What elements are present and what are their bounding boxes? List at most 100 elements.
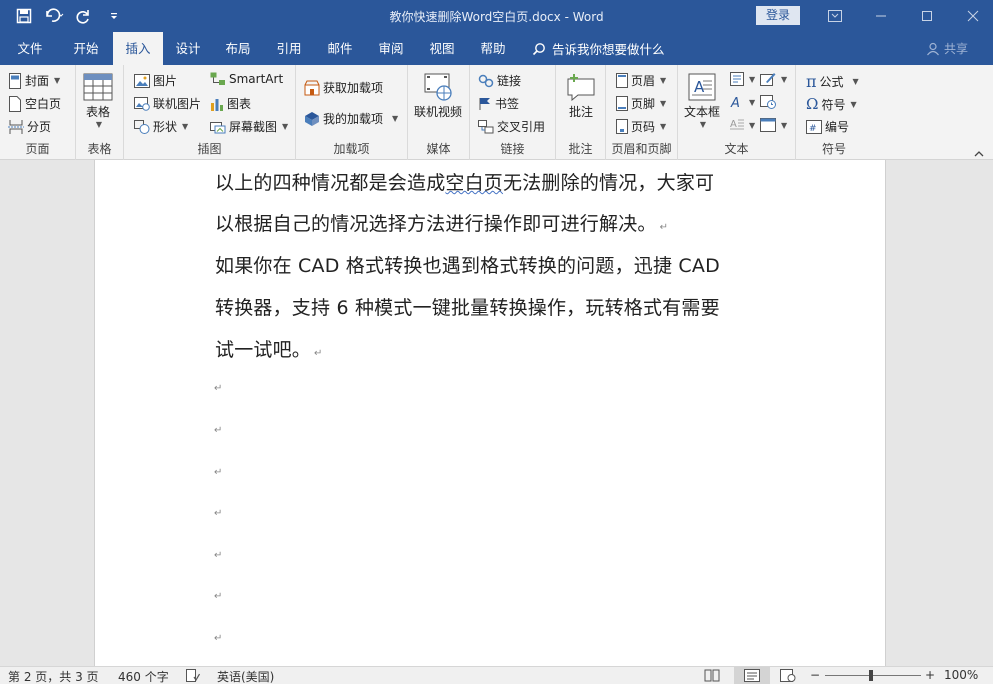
comment-button[interactable]: 批注 (566, 73, 596, 120)
bookmark-button[interactable]: 书签 (478, 95, 519, 112)
screenshot-icon (210, 121, 226, 133)
bookmark-icon (479, 97, 490, 110)
numbering-icon: # (806, 119, 822, 134)
smartart-icon (210, 72, 225, 85)
numbering-button[interactable]: # 编号 (806, 118, 849, 135)
picture-icon (134, 73, 150, 88)
textbox-button[interactable]: A 文本框 ▼ (684, 73, 720, 129)
proofing-icon[interactable] (186, 669, 201, 684)
zoom-in-button[interactable]: + (925, 668, 935, 682)
zoom-slider[interactable] (825, 675, 921, 676)
zoom-level[interactable]: 100% (944, 668, 978, 682)
group-label-addins: 加载项 (333, 142, 370, 156)
quick-parts-button[interactable]: ▼ (730, 72, 755, 86)
zoom-slider-thumb[interactable] (869, 670, 873, 681)
text-line-2: 以根据自己的情况选择方法进行操作即可进行解决。 ↵ (215, 213, 669, 235)
cover-page-button[interactable]: 封面 ▼ (8, 72, 60, 89)
drop-cap-button[interactable]: A ▼ (730, 118, 755, 132)
get-addins-button[interactable]: 获取加载项 (304, 79, 383, 96)
tab-mailings[interactable]: 邮件 (317, 32, 363, 65)
tab-insert[interactable]: 插入 (113, 32, 163, 65)
header-button[interactable]: 页眉 ▼ (616, 72, 666, 89)
header-icon (616, 73, 628, 88)
online-video-button[interactable]: 联机视频 (414, 73, 462, 120)
omega-icon: Ω (806, 95, 819, 113)
online-pictures-button[interactable]: 联机图片 (134, 95, 201, 112)
date-time-button[interactable] (760, 95, 776, 109)
language-indicator[interactable]: 英语(美国) (217, 668, 274, 684)
textbox-icon: A (688, 73, 716, 101)
text-line-5: 试一试吧。 ↵ (215, 339, 323, 361)
symbol-button[interactable]: Ω 符号 ▼ (806, 95, 857, 113)
tab-home[interactable]: 开始 (60, 32, 112, 65)
page-number-button[interactable]: 页码 ▼ (616, 118, 666, 135)
shapes-icon (134, 119, 150, 134)
tab-view[interactable]: 视图 (419, 32, 465, 65)
text-line-4: 转换器，支持 6 种模式一键批量转换操作，玩转格式有需要 (215, 297, 720, 319)
quick-parts-icon (730, 72, 744, 86)
tab-layout[interactable]: 布局 (215, 32, 261, 65)
group-pages: 封面 ▼ 空白页 分页 页面 (0, 65, 76, 160)
wordart-button[interactable]: A ▼ (730, 95, 755, 109)
account-area[interactable]: 共享 (926, 32, 968, 65)
link-button[interactable]: 链接 (478, 72, 521, 89)
group-label-header-footer: 页眉和页脚 (611, 142, 672, 156)
group-addins: 获取加载项 我的加载项 ▼ 加载项 (296, 65, 408, 160)
group-text: A 文本框 ▼ ▼ A ▼ A ▼ ▼ ▼ 文本 (678, 65, 796, 160)
blank-page-button[interactable]: 空白页 (8, 95, 61, 112)
signature-line-button[interactable]: ▼ (760, 72, 787, 86)
blank-page-icon (9, 95, 21, 112)
pictures-button[interactable]: 图片 (134, 72, 177, 89)
search-icon (532, 42, 545, 55)
group-comments: 批注 批注 (556, 65, 606, 160)
footer-button[interactable]: 页脚 ▼ (616, 95, 666, 112)
login-button[interactable]: 登录 (756, 6, 800, 25)
read-mode-icon[interactable] (704, 669, 720, 684)
tell-me-search[interactable]: 告诉我你想要做什么 (532, 32, 665, 65)
page-break-icon (8, 119, 24, 134)
table-icon (83, 73, 113, 101)
cross-reference-icon (478, 119, 494, 133)
footer-icon (616, 96, 628, 111)
web-layout-icon[interactable] (780, 669, 796, 684)
tab-help[interactable]: 帮助 (470, 32, 516, 65)
spellcheck-underline: 空白页 (445, 172, 504, 194)
word-count[interactable]: 460 个字 (118, 668, 169, 684)
document-page[interactable]: 以上的四种情况都是会造成空白页无法删除的情况，大家可 以根据自己的情况选择方法进… (94, 160, 886, 666)
zoom-out-button[interactable]: − (810, 668, 820, 682)
screenshot-button[interactable]: 屏幕截图 ▼ (210, 118, 288, 135)
table-button[interactable]: 表格 ▼ (83, 73, 113, 129)
tab-references[interactable]: 引用 (266, 32, 312, 65)
close-icon[interactable] (950, 0, 993, 32)
ribbon-display-options-icon[interactable] (812, 0, 858, 32)
group-label-media: 媒体 (426, 142, 451, 156)
page-number-icon (616, 119, 628, 134)
page-count[interactable]: 第 2 页，共 3 页 (8, 668, 99, 684)
chart-button[interactable]: 图表 (210, 95, 251, 112)
group-label-comments: 批注 (568, 142, 593, 156)
maximize-icon[interactable] (904, 0, 950, 32)
tab-review[interactable]: 审阅 (368, 32, 414, 65)
document-area: 以上的四种情况都是会造成空白页无法删除的情况，大家可 以根据自己的情况选择方法进… (0, 160, 993, 666)
minimize-icon[interactable] (858, 0, 904, 32)
tab-design[interactable]: 设计 (165, 32, 211, 65)
object-button[interactable]: ▼ (760, 118, 787, 132)
chart-icon (211, 98, 223, 111)
smartart-button[interactable]: SmartArt (210, 72, 283, 86)
empty-paragraph-mark: ↵ (214, 467, 223, 478)
cross-reference-button[interactable]: 交叉引用 (478, 118, 545, 135)
print-layout-icon[interactable] (734, 667, 770, 684)
drop-cap-icon: A (730, 119, 744, 130)
equation-button[interactable]: π 公式 ▼ (806, 72, 859, 91)
tab-file[interactable]: 文件 (6, 32, 54, 65)
collapse-ribbon-icon[interactable] (974, 147, 984, 161)
cover-page-icon (9, 72, 21, 89)
group-links: 链接 书签 交叉引用 链接 (470, 65, 556, 160)
status-bar: 第 2 页，共 3 页 460 个字 英语(美国) − + 100% (0, 666, 993, 684)
online-picture-icon (134, 96, 150, 111)
date-time-icon (760, 95, 776, 109)
shapes-button[interactable]: 形状 ▼ (134, 118, 188, 135)
page-break-button[interactable]: 分页 (8, 118, 51, 135)
pi-icon: π (806, 72, 817, 91)
my-addins-button[interactable]: 我的加载项 ▼ (304, 110, 398, 127)
